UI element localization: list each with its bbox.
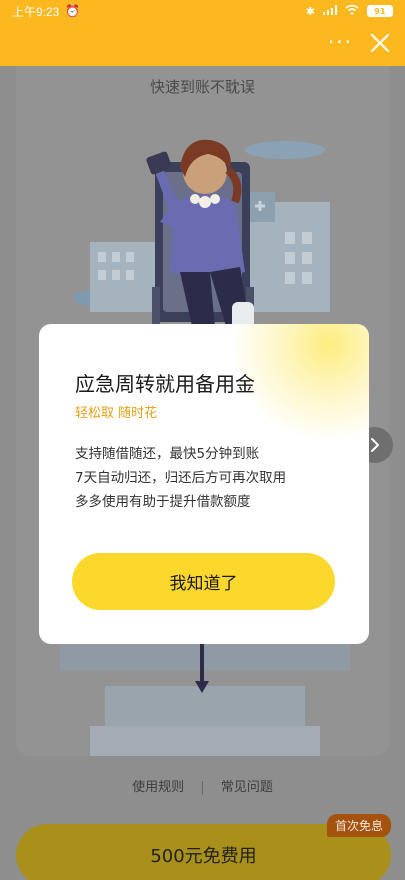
link-separator: | — [200, 780, 205, 795]
battery-icon: 91 — [367, 5, 393, 17]
modal-description: 支持随借随还，最快5分钟到账 7天自动归还，归还后方可再次取用 多多使用有助于提… — [75, 442, 286, 514]
usage-rules-link[interactable]: 使用规则 — [132, 780, 184, 795]
bluetooth-icon: ✱ — [305, 4, 315, 18]
status-bar: 上午9:23 ⏰ ✱ 91 — [0, 0, 405, 22]
modal-desc-line: 多多使用有助于提升借款额度 — [75, 494, 251, 510]
faq-link[interactable]: 常见问题 — [221, 780, 273, 795]
modal-title: 应急周转就用备用金 — [75, 372, 255, 396]
status-icons: ✱ 91 — [305, 4, 393, 18]
close-icon — [370, 33, 390, 53]
close-button[interactable] — [367, 30, 393, 56]
app-header: ··· — [0, 22, 405, 66]
modal-desc-line: 支持随借随还，最快5分钟到账 — [75, 446, 260, 462]
more-options-button[interactable]: ··· — [328, 32, 353, 52]
modal-desc-line: 7天自动归还，归还后方可再次取用 — [75, 470, 287, 486]
got-it-button[interactable]: 我知道了 — [72, 553, 335, 610]
info-modal: 应急周转就用备用金 轻松取 随时花 支持随借随还，最快5分钟到账 7天自动归还，… — [39, 324, 369, 644]
modal-tagline: 轻松取 随时花 — [75, 406, 158, 421]
first-interest-free-badge: 首次免息 — [326, 814, 391, 837]
alarm-icon: ⏰ — [65, 4, 81, 18]
hero-subtitle: 快速到账不耽误 — [149, 78, 255, 96]
status-time: 上午9:23 — [12, 4, 60, 19]
stand-illustration — [60, 641, 350, 756]
chevron-right-icon — [371, 438, 379, 452]
signal-icon — [323, 4, 337, 18]
footer-links: 使用规则 | 常见问题 — [0, 776, 405, 795]
wifi-icon — [345, 4, 359, 18]
